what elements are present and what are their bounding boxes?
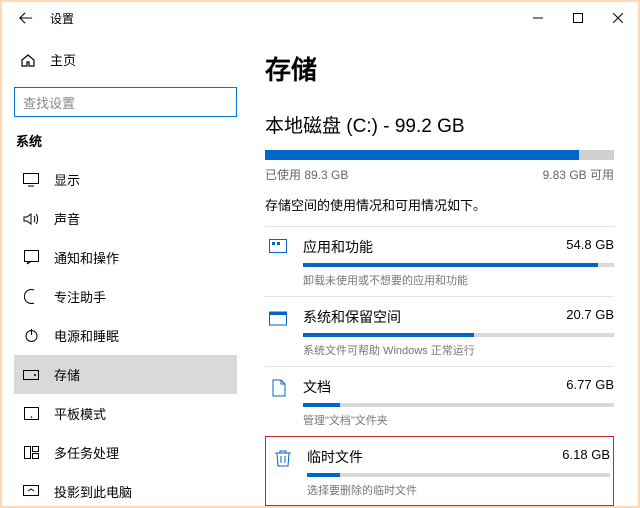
category-value: 54.8 GB xyxy=(566,237,614,257)
category-value: 20.7 GB xyxy=(566,307,614,327)
category-icon xyxy=(265,237,293,288)
category-row[interactable]: 文档 6.77 GB 管理"文档"文件夹 xyxy=(265,366,614,436)
search-input[interactable]: 查找设置 xyxy=(14,87,237,117)
sidebar-item-label: 通知和操作 xyxy=(54,248,119,267)
category-value: 6.77 GB xyxy=(566,377,614,397)
close-icon xyxy=(613,13,623,23)
sidebar-item-label: 投影到此电脑 xyxy=(54,482,132,501)
close-button[interactable] xyxy=(598,2,638,34)
drive-label: 本地磁盘 (C:) - 99.2 GB xyxy=(265,111,614,138)
category-subtitle: 选择要删除的临时文件 xyxy=(307,482,610,498)
category-name: 文档 xyxy=(303,377,331,397)
arrow-left-icon xyxy=(19,11,33,25)
sidebar-item-notifications[interactable]: 通知和操作 xyxy=(14,238,237,277)
overall-usage-bar xyxy=(265,150,614,160)
multitask-icon xyxy=(22,446,40,459)
sidebar-item-focus[interactable]: 专注助手 xyxy=(14,277,237,316)
back-button[interactable] xyxy=(10,2,42,34)
category-bar xyxy=(307,473,610,477)
window-title: 设置 xyxy=(50,10,74,27)
home-icon xyxy=(20,52,36,68)
minimize-icon xyxy=(533,13,543,23)
category-subtitle: 管理"文档"文件夹 xyxy=(303,412,614,428)
overall-usage-fill xyxy=(265,150,579,160)
sidebar-item-label: 多任务处理 xyxy=(54,443,119,462)
sidebar-item-storage[interactable]: 存储 xyxy=(14,355,237,394)
sidebar-item-multitask[interactable]: 多任务处理 xyxy=(14,433,237,472)
free-label: 9.83 GB 可用 xyxy=(543,166,614,183)
category-bar xyxy=(303,403,614,407)
category-bar xyxy=(303,263,614,267)
storage-icon xyxy=(22,370,40,380)
used-label: 已使用 89.3 GB xyxy=(265,166,348,183)
category-row[interactable]: 应用和功能 54.8 GB 卸载未使用或不想要的应用和功能 xyxy=(265,226,614,296)
category-subtitle: 卸载未使用或不想要的应用和功能 xyxy=(303,272,614,288)
home-link[interactable]: 主页 xyxy=(14,42,237,77)
overall-labels: 已使用 89.3 GB 9.83 GB 可用 xyxy=(265,166,614,183)
sidebar: 主页 查找设置 系统 显示 声音 通知和操作 专注助手 电源和睡眠 存储 xyxy=(2,34,247,506)
minimize-button[interactable] xyxy=(518,2,558,34)
category-name: 应用和功能 xyxy=(303,237,373,257)
sidebar-item-tablet[interactable]: 平板模式 xyxy=(14,394,237,433)
page-title: 存储 xyxy=(265,50,614,87)
home-label: 主页 xyxy=(50,50,76,69)
category-icon xyxy=(265,377,293,428)
content: 存储 本地磁盘 (C:) - 99.2 GB 已使用 89.3 GB 9.83 … xyxy=(247,34,638,506)
category-icon xyxy=(269,447,297,498)
sidebar-item-label: 平板模式 xyxy=(54,404,106,423)
sidebar-item-label: 专注助手 xyxy=(54,287,106,306)
sidebar-item-display[interactable]: 显示 xyxy=(14,160,237,199)
search-placeholder: 查找设置 xyxy=(23,93,75,112)
section-label: 系统 xyxy=(16,131,237,150)
maximize-button[interactable] xyxy=(558,2,598,34)
sidebar-item-label: 存储 xyxy=(54,365,80,384)
sound-icon xyxy=(22,212,40,226)
category-row[interactable]: 系统和保留空间 20.7 GB 系统文件可帮助 Windows 正常运行 xyxy=(265,296,614,366)
project-icon xyxy=(22,485,40,498)
sidebar-item-label: 电源和睡眠 xyxy=(54,326,119,345)
category-value: 6.18 GB xyxy=(562,447,610,467)
notification-icon xyxy=(22,250,40,265)
sidebar-item-label: 显示 xyxy=(54,170,80,189)
titlebar: 设置 xyxy=(2,2,638,34)
category-row[interactable]: 临时文件 6.18 GB 选择要删除的临时文件 xyxy=(265,436,614,506)
category-name: 临时文件 xyxy=(307,447,363,467)
category-bar xyxy=(303,333,614,337)
sidebar-item-label: 声音 xyxy=(54,209,80,228)
category-name: 系统和保留空间 xyxy=(303,307,401,327)
power-icon xyxy=(22,328,40,343)
sidebar-item-project[interactable]: 投影到此电脑 xyxy=(14,472,237,506)
category-subtitle: 系统文件可帮助 Windows 正常运行 xyxy=(303,342,614,358)
display-icon xyxy=(22,173,40,187)
tablet-icon xyxy=(22,407,40,420)
sidebar-item-power[interactable]: 电源和睡眠 xyxy=(14,316,237,355)
sidebar-item-sound[interactable]: 声音 xyxy=(14,199,237,238)
maximize-icon xyxy=(573,13,583,23)
category-icon xyxy=(265,307,293,358)
description: 存储空间的使用情况和可用情况如下。 xyxy=(265,195,614,214)
focus-icon xyxy=(22,289,40,304)
